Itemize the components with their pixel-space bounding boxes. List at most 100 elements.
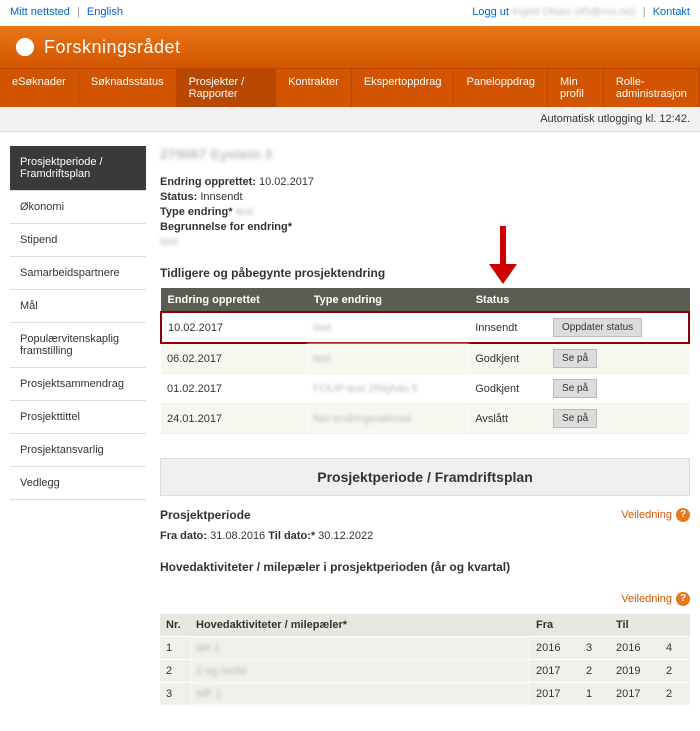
meta-status: Status: Innsendt	[160, 191, 690, 203]
sidebar-item[interactable]: Mål	[10, 290, 146, 323]
milestones-heading: Hovedaktiviteter / milepæler i prosjektp…	[160, 560, 690, 574]
meta-endring-opprettet: Endring opprettet: 10.02.2017	[160, 176, 690, 188]
nav-tab[interactable]: Rolle- administrasjon	[604, 69, 700, 107]
table-row: 01.02.2017FOUP-test 2Rkjhdo 5Godkjent Se …	[161, 374, 689, 404]
separator: |	[643, 6, 646, 18]
meta-label: Endring opprettet:	[160, 176, 256, 188]
cell-fy: 2017	[530, 660, 580, 683]
sidebar-item[interactable]: Populærvitenskaplig framstilling	[10, 323, 146, 368]
col-act: Hovedaktiviteter / milepæler*	[190, 614, 530, 637]
main-nav: eSøknaderSøknadsstatusProsjekter / Rappo…	[0, 68, 700, 107]
cell-nr: 2	[160, 660, 190, 683]
meta-label: Status:	[160, 191, 197, 203]
sidebar-item[interactable]: Prosjektsammendrag	[10, 368, 146, 401]
cell-ty: 2016	[610, 637, 660, 660]
cell-date: 01.02.2017	[161, 374, 307, 404]
table-row: 22 og neste2017220192	[160, 660, 690, 683]
cell-ty: 2017	[610, 683, 660, 706]
milestones-help-row: Veiledning ?	[160, 592, 690, 606]
cell-date: 10.02.2017	[161, 312, 307, 343]
nav-tab[interactable]: Min profil	[548, 69, 604, 107]
cell-status: Avslått	[469, 404, 547, 434]
table-row: 10.02.2017testInnsendtOppdater status	[161, 312, 689, 343]
link-logg-ut[interactable]: Logg ut	[472, 6, 509, 18]
help-icon: ?	[676, 508, 690, 522]
col-endring-opprettet: Endring opprettet	[161, 289, 307, 313]
cell-type: Nei endringssøknad	[307, 404, 469, 434]
cell-type: test	[307, 343, 469, 374]
se-pa-button[interactable]: Se på	[553, 409, 597, 428]
meta-type-endring: Type endring* test	[160, 206, 690, 218]
cell-action: Se på	[547, 343, 689, 374]
help-icon: ?	[676, 592, 690, 606]
col-action	[547, 289, 689, 313]
cell-nr: 1	[160, 637, 190, 660]
brand-header: Forskningsrådet	[0, 26, 700, 68]
veiledning-label: Veiledning	[621, 509, 672, 521]
nav-tab[interactable]: Ekspertoppdrag	[352, 69, 455, 107]
cell-tq: 2	[660, 683, 690, 706]
cell-action: Oppdater status	[547, 312, 689, 343]
nav-tab[interactable]: Søknadsstatus	[79, 69, 177, 107]
veiledning-link[interactable]: Veiledning ?	[621, 508, 690, 522]
link-mitt-nettsted[interactable]: Mitt nettsted	[10, 6, 70, 18]
meta-value: 10.02.2017	[259, 176, 314, 188]
separator: |	[77, 6, 80, 18]
col-type-endring: Type endring	[307, 289, 469, 313]
cell-act: MP 1	[190, 683, 530, 706]
col-til: Til	[610, 614, 660, 637]
sidebar-item[interactable]: Vedlegg	[10, 467, 146, 500]
user-name: Ingrid Olsen (45@rcn.no)	[512, 6, 636, 18]
cell-nr: 3	[160, 683, 190, 706]
veiledning-link[interactable]: Veiledning ?	[621, 592, 690, 606]
nav-tab[interactable]: Kontrakter	[276, 69, 352, 107]
fra-dato-label: Fra dato:	[160, 530, 207, 542]
sidebar-item[interactable]: Prosjekttittel	[10, 401, 146, 434]
col-fra: Fra	[530, 614, 580, 637]
meta-label: Begrunnelse for endring*	[160, 221, 292, 233]
col-status: Status	[469, 289, 547, 313]
link-kontakt[interactable]: Kontakt	[653, 6, 690, 18]
col-nr: Nr.	[160, 614, 190, 637]
cell-fq: 3	[580, 637, 610, 660]
veiledning-label: Veiledning	[621, 593, 672, 605]
cell-status: Godkjent	[469, 343, 547, 374]
table-row: 3MP 12017120172	[160, 683, 690, 706]
changes-table: Endring opprettet Type endring Status 10…	[160, 288, 690, 434]
brand-logo-icon	[14, 36, 36, 58]
table-row: 1akt 12016320164	[160, 637, 690, 660]
cell-type: test	[307, 312, 469, 343]
cell-type: FOUP-test 2Rkjhdo 5	[307, 374, 469, 404]
cell-fq: 1	[580, 683, 610, 706]
link-language[interactable]: English	[87, 6, 123, 18]
sidebar-item[interactable]: Prosjektperiode / Framdriftsplan	[10, 146, 146, 191]
cell-date: 06.02.2017	[161, 343, 307, 374]
period-heading-row: Veiledning ? Prosjektperiode	[160, 508, 690, 530]
meta-value: test	[236, 206, 254, 218]
meta-begrunnelse-value: test	[160, 236, 690, 248]
sidebar-item[interactable]: Prosjektansvarlig	[10, 434, 146, 467]
sidebar-item[interactable]: Stipend	[10, 224, 146, 257]
nav-tab[interactable]: Prosjekter / Rapporter	[177, 69, 276, 107]
nav-tab[interactable]: eSøknader	[0, 69, 79, 107]
sidebar-item[interactable]: Økonomi	[10, 191, 146, 224]
cell-tq: 4	[660, 637, 690, 660]
content-area: 279067 Eystein 3 Endring opprettet: 10.0…	[146, 146, 690, 717]
cell-ty: 2019	[610, 660, 660, 683]
oppdater-status-button[interactable]: Oppdater status	[553, 318, 642, 337]
se-pa-button[interactable]: Se på	[553, 349, 597, 368]
milestones-table: Nr. Hovedaktiviteter / milepæler* Fra Ti…	[160, 614, 690, 705]
cell-fq: 2	[580, 660, 610, 683]
changes-section-title: Tidligere og påbegynte prosjektendring	[160, 266, 690, 280]
meta-value: Innsendt	[200, 191, 242, 203]
meta-label: Type endring*	[160, 206, 233, 218]
nav-tab[interactable]: Paneloppdrag	[454, 69, 548, 107]
auto-logout-notice: Automatisk utlogging kl. 12:42.	[0, 107, 700, 132]
sidebar: Prosjektperiode / FramdriftsplanØkonomiS…	[10, 146, 146, 717]
cell-status: Godkjent	[469, 374, 547, 404]
se-pa-button[interactable]: Se på	[553, 379, 597, 398]
cell-action: Se på	[547, 374, 689, 404]
sidebar-item[interactable]: Samarbeidspartnere	[10, 257, 146, 290]
til-dato-value: 30.12.2022	[318, 530, 373, 542]
table-row: 06.02.2017testGodkjent Se på	[161, 343, 689, 374]
